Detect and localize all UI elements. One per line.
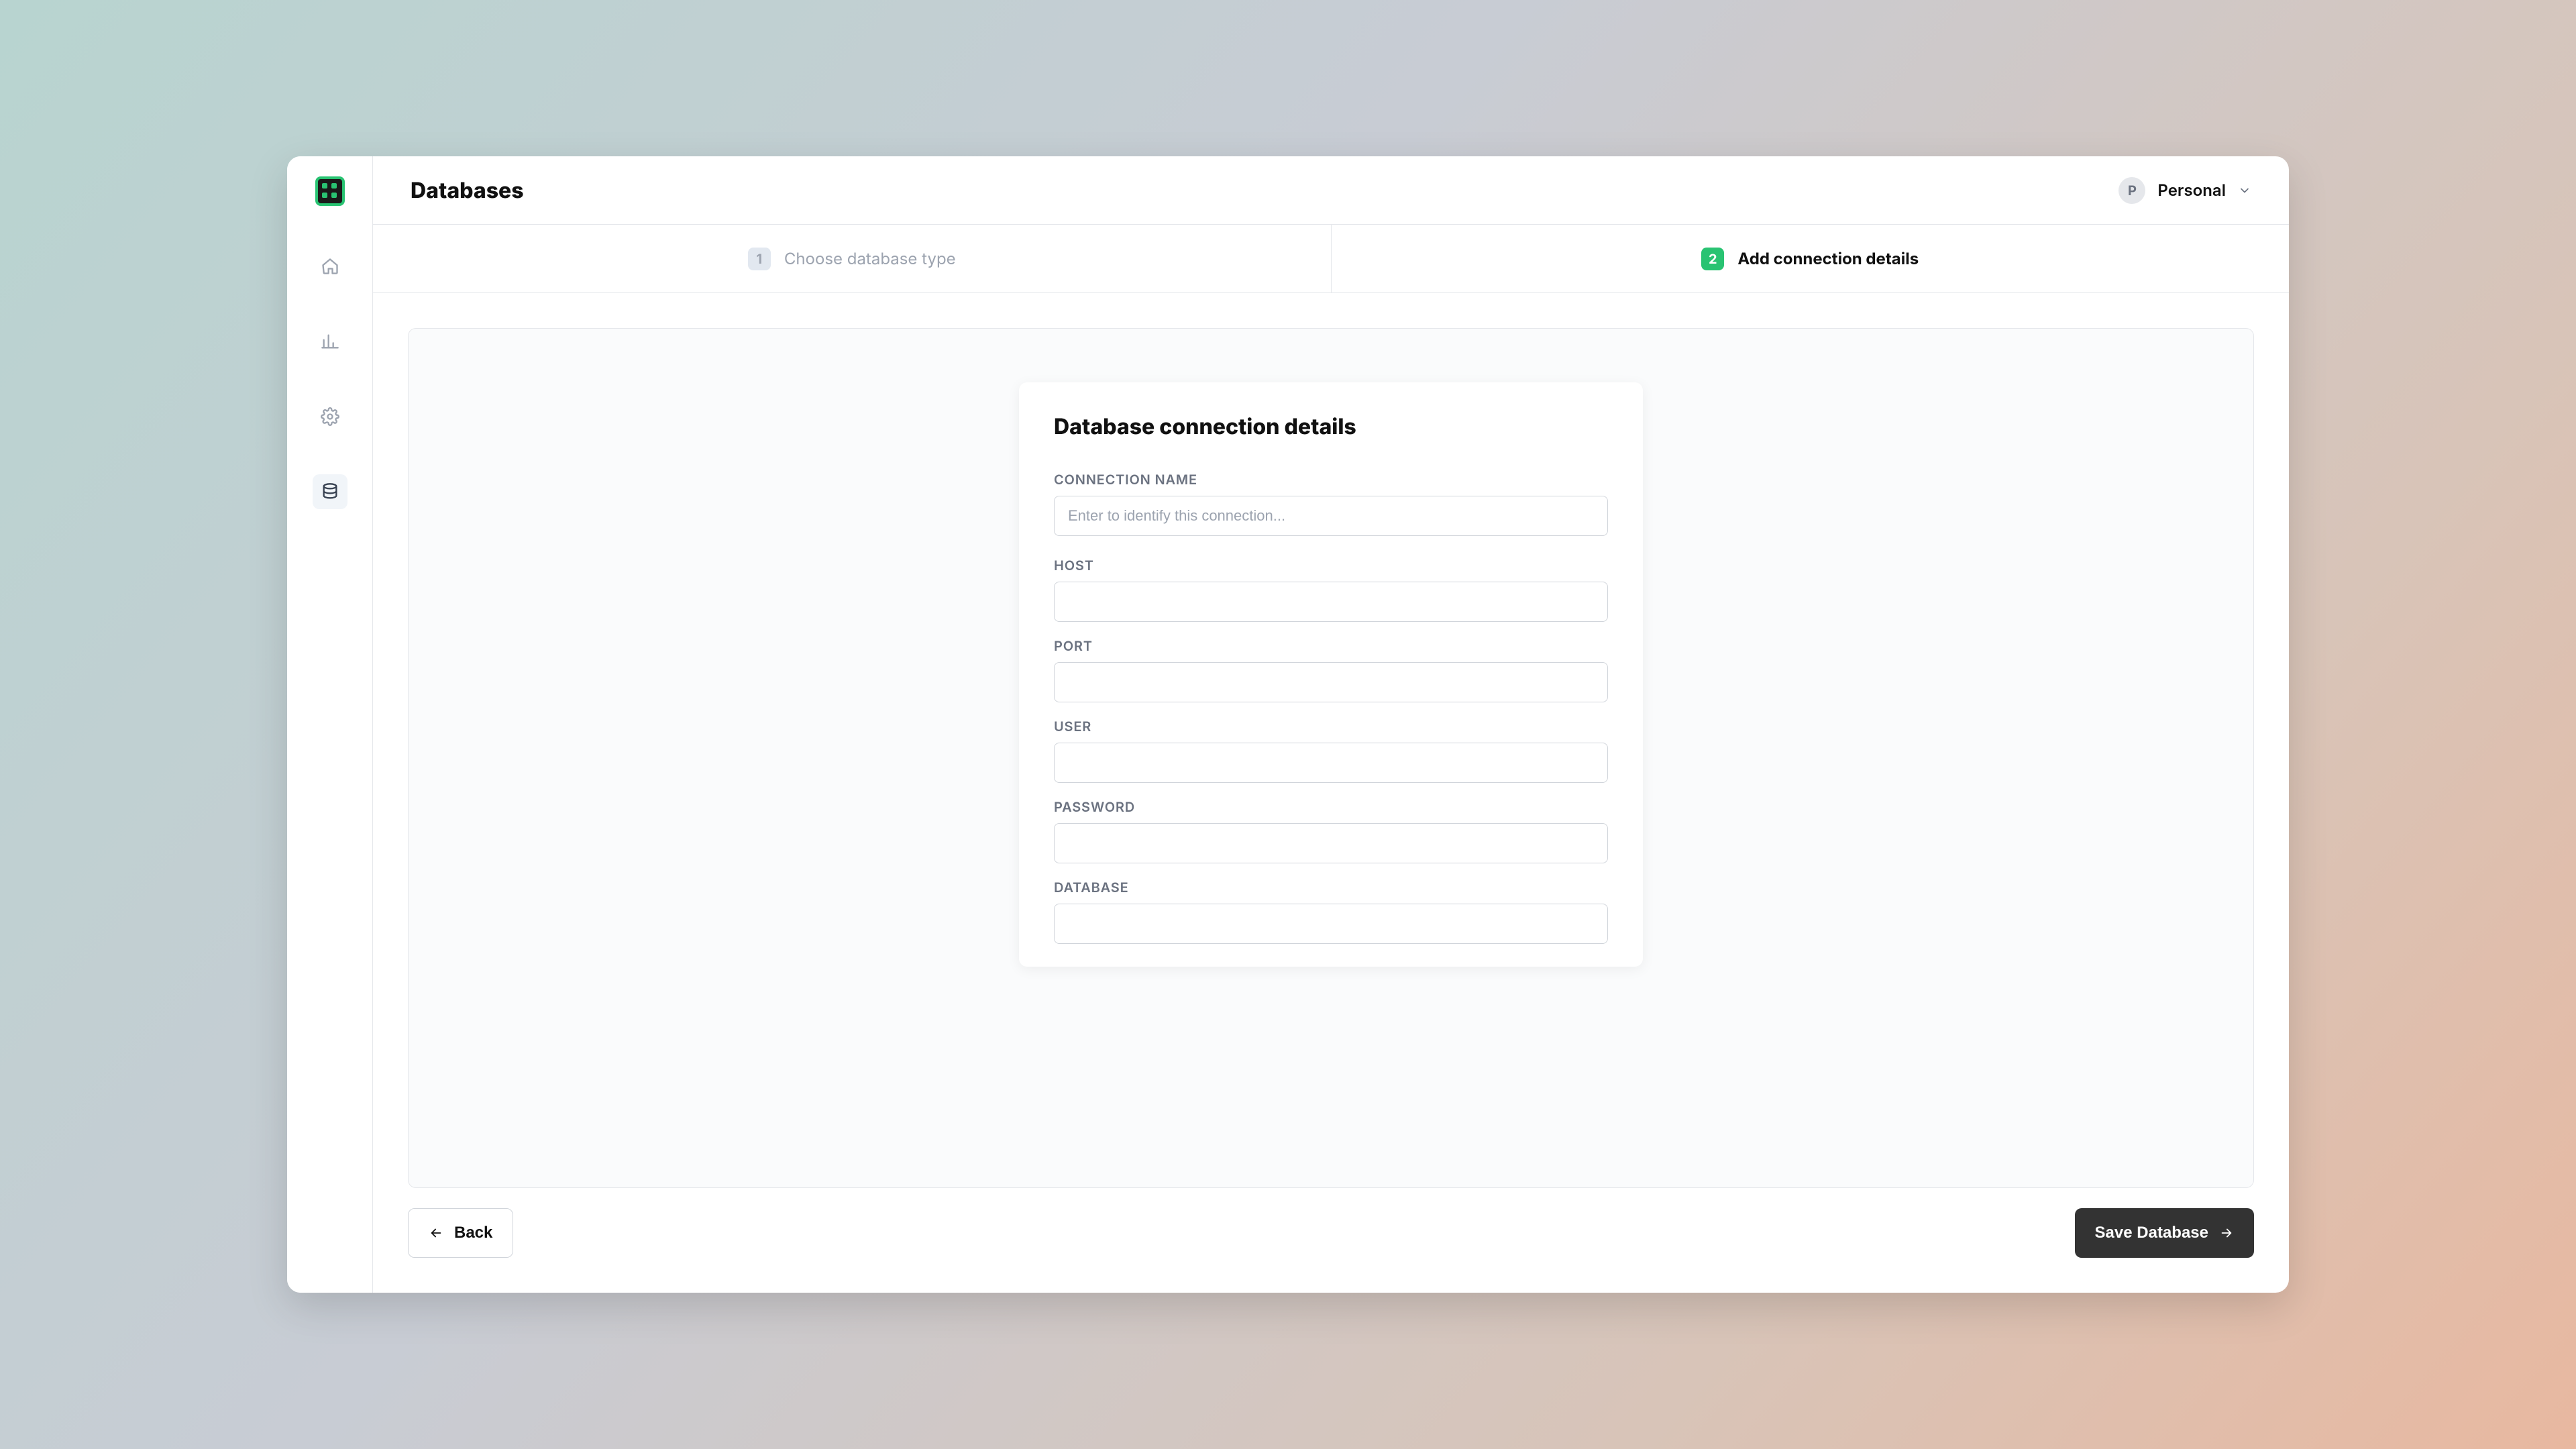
step-2-number: 2 — [1701, 248, 1724, 270]
step-1-label: Choose database type — [784, 249, 956, 268]
home-icon — [321, 257, 339, 276]
field-connection-name: CONNECTION NAME — [1054, 472, 1608, 536]
user-input[interactable] — [1054, 743, 1608, 783]
field-user: USER — [1054, 718, 1608, 783]
save-database-button[interactable]: Save Database — [2075, 1208, 2254, 1258]
app-window: Databases P Personal 1 Choose database t… — [287, 156, 2289, 1293]
form-card: Database connection details CONNECTION N… — [1019, 382, 1643, 967]
field-host: HOST — [1054, 557, 1608, 622]
field-database: DATABASE — [1054, 879, 1608, 944]
panel: Database connection details CONNECTION N… — [408, 328, 2254, 1188]
back-button[interactable]: Back — [408, 1208, 513, 1258]
nav-icons — [313, 249, 347, 509]
port-label: PORT — [1054, 638, 1608, 654]
connection-name-input[interactable] — [1054, 496, 1608, 536]
app-logo[interactable] — [315, 176, 345, 206]
actions: Back Save Database — [408, 1208, 2254, 1258]
nav-analytics[interactable] — [313, 324, 347, 359]
page-title: Databases — [411, 177, 524, 203]
sidebar — [287, 156, 373, 1293]
arrow-left-icon — [429, 1226, 443, 1240]
database-input[interactable] — [1054, 904, 1608, 944]
form-title: Database connection details — [1054, 413, 1608, 439]
content: Database connection details CONNECTION N… — [373, 293, 2289, 1293]
database-label: DATABASE — [1054, 879, 1608, 896]
workspace-switcher[interactable]: P Personal — [2118, 177, 2251, 204]
database-icon — [321, 482, 339, 501]
main: Databases P Personal 1 Choose database t… — [373, 156, 2289, 1293]
arrow-right-icon — [2219, 1226, 2234, 1240]
wizard-steps: 1 Choose database type 2 Add connection … — [373, 225, 2289, 293]
port-input[interactable] — [1054, 662, 1608, 702]
back-button-label: Back — [454, 1224, 492, 1242]
step-1[interactable]: 1 Choose database type — [373, 225, 1331, 292]
workspace-name: Personal — [2157, 180, 2226, 200]
user-label: USER — [1054, 718, 1608, 735]
gear-icon — [321, 407, 339, 426]
password-label: PASSWORD — [1054, 799, 1608, 815]
host-label: HOST — [1054, 557, 1608, 574]
bars-icon — [321, 332, 339, 351]
nav-databases[interactable] — [313, 474, 347, 509]
nav-settings[interactable] — [313, 399, 347, 434]
chevron-down-icon — [2238, 184, 2251, 197]
field-password: PASSWORD — [1054, 799, 1608, 863]
step-2[interactable]: 2 Add connection details — [1331, 225, 2290, 292]
save-button-label: Save Database — [2095, 1224, 2208, 1242]
password-input[interactable] — [1054, 823, 1608, 863]
field-port: PORT — [1054, 638, 1608, 702]
avatar: P — [2118, 177, 2145, 204]
nav-home[interactable] — [313, 249, 347, 284]
host-input[interactable] — [1054, 582, 1608, 622]
step-2-label: Add connection details — [1737, 249, 1919, 268]
step-1-number: 1 — [748, 248, 771, 270]
header: Databases P Personal — [373, 156, 2289, 225]
connection-name-label: CONNECTION NAME — [1054, 472, 1608, 488]
